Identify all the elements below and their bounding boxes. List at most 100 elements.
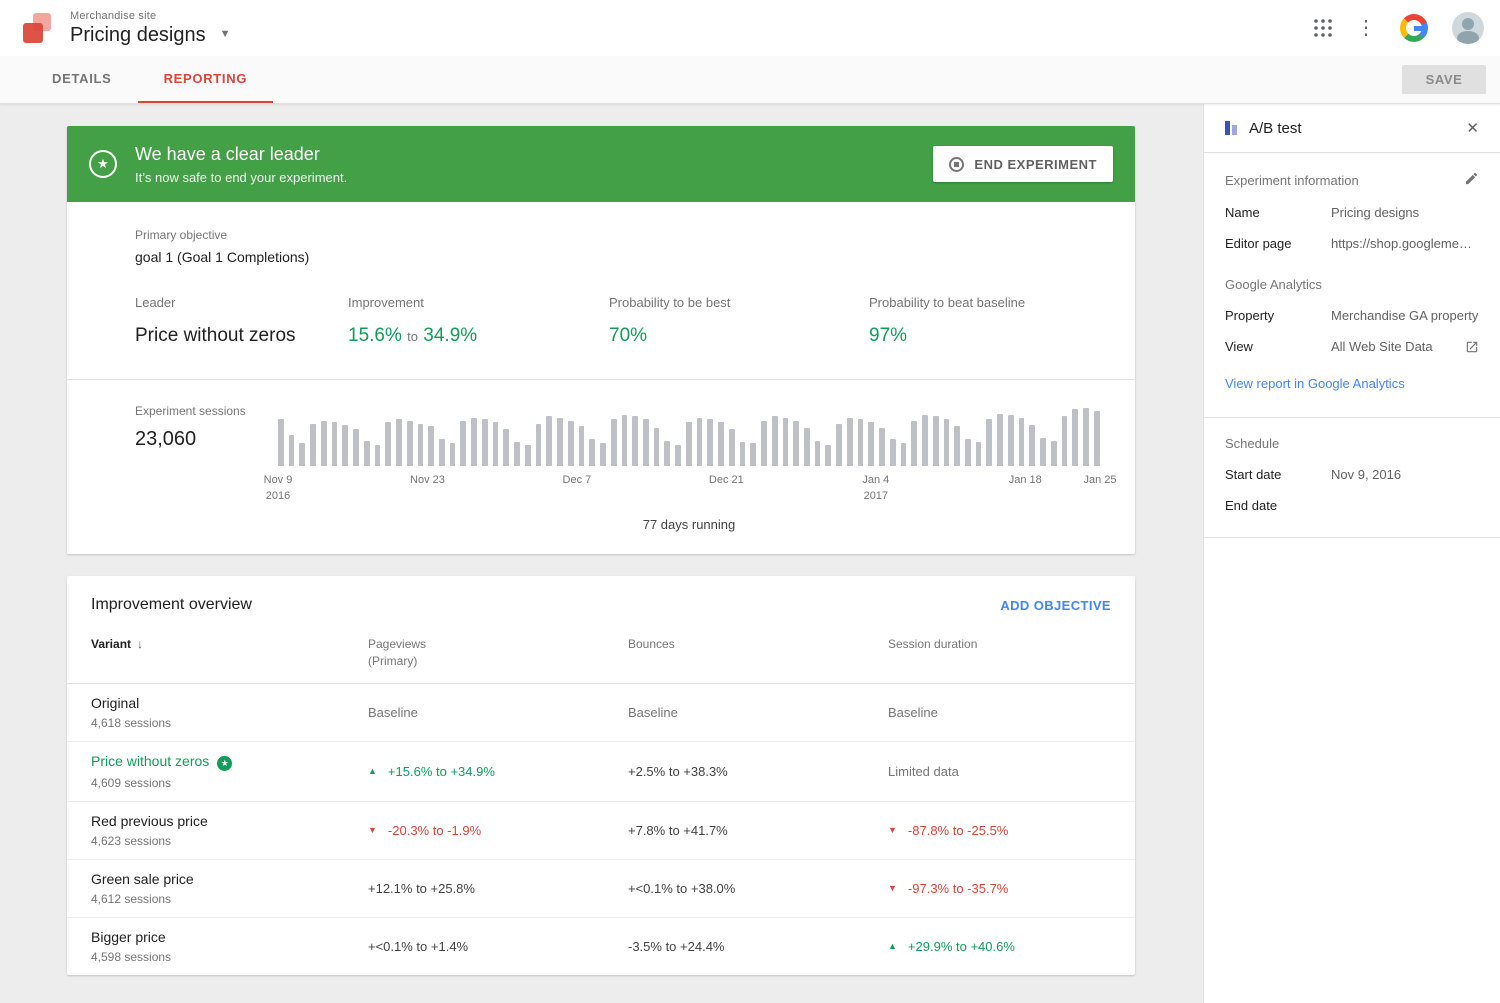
- session-bar: [364, 441, 370, 466]
- session-bar: [1008, 415, 1014, 466]
- session-bar: [428, 426, 434, 466]
- session-bar: [997, 414, 1003, 466]
- session-bar: [740, 442, 746, 466]
- session-bar: [632, 416, 638, 466]
- session-bar: [879, 428, 885, 466]
- session-bar: [783, 418, 789, 466]
- session-bar: [686, 422, 692, 466]
- optimize-logo-icon: [20, 11, 54, 45]
- session-bar: [1062, 416, 1068, 466]
- chevron-down-icon[interactable]: ▼: [220, 28, 231, 40]
- session-bar: [450, 443, 456, 466]
- page-title: Pricing designs: [70, 24, 206, 47]
- overview-title: Improvement overview: [91, 596, 252, 614]
- tab-reporting[interactable]: REPORTING: [138, 56, 274, 103]
- axis-tick-label: Jan 18: [1009, 473, 1042, 489]
- banner-subtitle: It’s now safe to end your experiment.: [135, 170, 347, 185]
- axis-tick-label: Dec 7: [563, 473, 592, 489]
- open-in-new-icon[interactable]: [1465, 340, 1479, 354]
- trend-down-icon: ▼: [888, 825, 897, 835]
- session-bar: [750, 443, 756, 466]
- trend-up-icon: ▲: [888, 941, 897, 951]
- session-bar: [976, 442, 982, 466]
- session-bar: [836, 424, 842, 466]
- table-row[interactable]: Bigger price4,598 sessions+<0.1% to +1.4…: [67, 918, 1135, 975]
- apps-grid-icon[interactable]: [1314, 19, 1332, 37]
- experiment-title-block: Merchandise site Pricing designs ▼: [70, 10, 231, 47]
- overflow-menu-icon[interactable]: ⋮: [1356, 18, 1376, 38]
- column-pageviews: Pageviews (Primary): [368, 636, 628, 671]
- edit-pencil-icon[interactable]: [1464, 171, 1479, 189]
- view-report-link[interactable]: View report in Google Analytics: [1225, 376, 1405, 391]
- metric-cell: +7.8% to +41.7%: [628, 823, 888, 838]
- field-label: Editor page: [1225, 236, 1331, 251]
- session-bar: [933, 416, 939, 466]
- session-bar: [643, 419, 649, 466]
- table-row[interactable]: Red previous price 4,623 sessions▼-20.3% …: [67, 802, 1135, 860]
- sort-descending-icon: ↓: [137, 637, 143, 651]
- session-bar: [664, 441, 670, 466]
- panel-title: A/B test: [1249, 120, 1302, 137]
- leader-label: Leader: [135, 295, 348, 310]
- days-running-label: 77 days running: [278, 509, 1100, 550]
- schedule-header: Schedule: [1225, 436, 1279, 451]
- axis-tick-label: Jan 42017: [862, 473, 889, 505]
- session-bar: [1019, 418, 1025, 466]
- table-row[interactable]: Price without zeros★4,609 sessions▲+15.6…: [67, 742, 1135, 802]
- session-bar: [772, 416, 778, 466]
- field-label: Name: [1225, 205, 1331, 220]
- column-session-duration: Session duration: [888, 636, 1135, 671]
- metric-cell: ▲+29.9% to +40.6%: [888, 939, 1135, 954]
- table-row[interactable]: Original4,618 sessionsBaselineBaselineBa…: [67, 684, 1135, 742]
- add-objective-button[interactable]: ADD OBJECTIVE: [1000, 598, 1111, 613]
- stop-icon: [949, 157, 964, 172]
- variant-name: Price without zeros★: [91, 753, 368, 771]
- metric-cell: ▼-20.3% to -1.9%: [368, 823, 628, 838]
- tab-details[interactable]: DETAILS: [26, 56, 138, 103]
- metric-cell: ▼-97.3% to -35.7%: [888, 881, 1135, 896]
- user-avatar[interactable]: [1452, 12, 1484, 44]
- metric-cell: +12.1% to +25.8%: [368, 881, 628, 896]
- star-badge-icon: ★: [89, 150, 117, 178]
- save-button[interactable]: SAVE: [1402, 65, 1486, 94]
- metric-cell: ▲+15.6% to +34.9%: [368, 764, 628, 779]
- session-bar: [868, 422, 874, 466]
- variant-sessions: 4,618 sessions: [91, 716, 368, 730]
- field-label: Start date: [1225, 467, 1331, 482]
- close-icon[interactable]: ✕: [1466, 119, 1479, 137]
- field-value: https://shop.googleme…: [1331, 236, 1479, 251]
- table-row[interactable]: Green sale price4,612 sessions+12.1% to …: [67, 860, 1135, 918]
- sessions-axis: Nov 92016Nov 23Dec 7Dec 21Jan 42017Jan 1…: [278, 473, 1100, 509]
- session-bar: [299, 443, 305, 466]
- session-bar: [439, 439, 445, 466]
- session-bar: [278, 419, 284, 466]
- end-experiment-button[interactable]: END EXPERIMENT: [933, 146, 1113, 182]
- session-bar: [482, 419, 488, 466]
- field-label: End date: [1225, 498, 1331, 513]
- column-bounces: Bounces: [628, 636, 888, 671]
- variant-sessions: 4,623 sessions: [91, 834, 368, 848]
- name-field: Name Pricing designs: [1225, 205, 1479, 220]
- view-field: View All Web Site Data: [1225, 339, 1479, 354]
- session-bar: [729, 429, 735, 466]
- top-bar: Merchandise site Pricing designs ▼ ⋮: [0, 0, 1500, 56]
- field-value: All Web Site Data: [1331, 339, 1459, 354]
- session-bar: [1094, 411, 1100, 466]
- google-logo-icon[interactable]: [1400, 14, 1428, 42]
- improvement-overview-card: Improvement overview ADD OBJECTIVE Varia…: [67, 576, 1135, 975]
- session-bar: [1029, 425, 1035, 466]
- metric-cell: Baseline: [368, 705, 628, 720]
- field-label: View: [1225, 339, 1331, 354]
- session-bar: [471, 418, 477, 466]
- probability-beat-value: 97%: [869, 325, 1111, 347]
- variant-sessions: 4,612 sessions: [91, 892, 368, 906]
- axis-tick-label: Dec 21: [709, 473, 744, 489]
- session-bar: [611, 419, 617, 466]
- session-bar: [1083, 408, 1089, 466]
- improvement-value: 15.6% to 34.9%: [348, 325, 609, 347]
- experiment-info-header: Experiment information: [1225, 173, 1359, 188]
- column-variant[interactable]: Variant↓: [91, 636, 368, 671]
- variant-name: Red previous price: [91, 813, 368, 829]
- session-bar: [579, 426, 585, 466]
- session-bar: [793, 421, 799, 466]
